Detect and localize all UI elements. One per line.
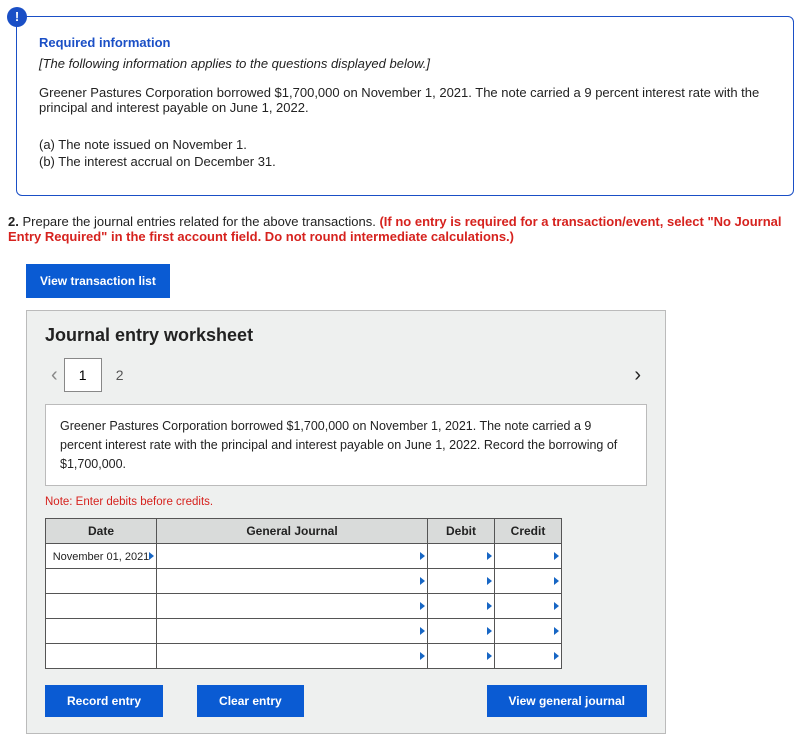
table-row	[46, 619, 562, 644]
table-row: November 01, 2021	[46, 544, 562, 569]
account-cell[interactable]	[157, 644, 428, 669]
dropdown-icon	[149, 552, 154, 560]
clear-entry-button[interactable]: Clear entry	[197, 685, 304, 717]
dropdown-icon	[554, 577, 559, 585]
question-row: 2. Prepare the journal entries related f…	[8, 214, 794, 244]
date-cell[interactable]	[46, 619, 157, 644]
worksheet-tabs: ‹ 1 2 ›	[45, 358, 647, 392]
dropdown-icon	[554, 552, 559, 560]
info-subtitle: [The following information applies to th…	[39, 56, 771, 71]
info-item-a: (a) The note issued on November 1.	[39, 137, 771, 152]
dropdown-icon	[554, 652, 559, 660]
table-row	[46, 569, 562, 594]
debit-cell[interactable]	[428, 594, 495, 619]
dropdown-icon	[487, 652, 492, 660]
header-credit: Credit	[495, 519, 562, 544]
worksheet-buttons: Record entry Clear entry View general jo…	[45, 685, 647, 717]
date-cell[interactable]: November 01, 2021	[46, 544, 157, 569]
dropdown-icon	[554, 627, 559, 635]
credit-cell[interactable]	[495, 569, 562, 594]
credit-cell[interactable]	[495, 644, 562, 669]
dropdown-icon	[420, 577, 425, 585]
debit-cell[interactable]	[428, 569, 495, 594]
account-cell[interactable]	[157, 619, 428, 644]
dropdown-icon	[420, 552, 425, 560]
credit-cell[interactable]	[495, 594, 562, 619]
credit-cell[interactable]	[495, 544, 562, 569]
account-cell[interactable]	[157, 544, 428, 569]
journal-table: Date General Journal Debit Credit Novemb…	[45, 518, 562, 669]
header-debit: Debit	[428, 519, 495, 544]
date-cell[interactable]	[46, 594, 157, 619]
tab-1[interactable]: 1	[64, 358, 102, 392]
debits-before-credits-note: Note: Enter debits before credits.	[45, 496, 647, 508]
view-general-journal-button[interactable]: View general journal	[487, 685, 647, 717]
required-info-box: ! Required information [The following in…	[16, 16, 794, 196]
tab-next-button[interactable]: ›	[628, 364, 647, 387]
dropdown-icon	[420, 652, 425, 660]
info-body: Greener Pastures Corporation borrowed $1…	[39, 85, 771, 115]
debit-cell[interactable]	[428, 619, 495, 644]
info-list: (a) The note issued on November 1. (b) T…	[39, 137, 771, 169]
dropdown-icon	[554, 602, 559, 610]
dropdown-icon	[420, 627, 425, 635]
date-cell[interactable]	[46, 644, 157, 669]
dropdown-icon	[420, 602, 425, 610]
dropdown-icon	[487, 552, 492, 560]
dropdown-icon	[487, 577, 492, 585]
journal-worksheet: Journal entry worksheet ‹ 1 2 › Greener …	[26, 310, 666, 734]
table-row	[46, 644, 562, 669]
debit-cell[interactable]	[428, 544, 495, 569]
header-general-journal: General Journal	[157, 519, 428, 544]
table-header-row: Date General Journal Debit Credit	[46, 519, 562, 544]
credit-cell[interactable]	[495, 619, 562, 644]
table-row	[46, 594, 562, 619]
record-entry-button[interactable]: Record entry	[45, 685, 163, 717]
date-value: November 01, 2021	[53, 551, 150, 563]
header-date: Date	[46, 519, 157, 544]
dropdown-icon	[487, 602, 492, 610]
dropdown-icon	[487, 627, 492, 635]
question-number: 2.	[8, 214, 19, 229]
question-text: Prepare the journal entries related for …	[22, 214, 379, 229]
info-title: Required information	[39, 35, 771, 50]
transaction-description: Greener Pastures Corporation borrowed $1…	[45, 404, 647, 486]
debit-cell[interactable]	[428, 644, 495, 669]
worksheet-title: Journal entry worksheet	[45, 325, 647, 346]
info-item-b: (b) The interest accrual on December 31.	[39, 154, 771, 169]
date-cell[interactable]	[46, 569, 157, 594]
tab-prev-button[interactable]: ‹	[45, 364, 64, 387]
account-cell[interactable]	[157, 594, 428, 619]
account-cell[interactable]	[157, 569, 428, 594]
alert-icon: !	[7, 7, 27, 27]
view-transaction-list-button[interactable]: View transaction list	[26, 264, 170, 298]
tab-2[interactable]: 2	[102, 359, 138, 391]
